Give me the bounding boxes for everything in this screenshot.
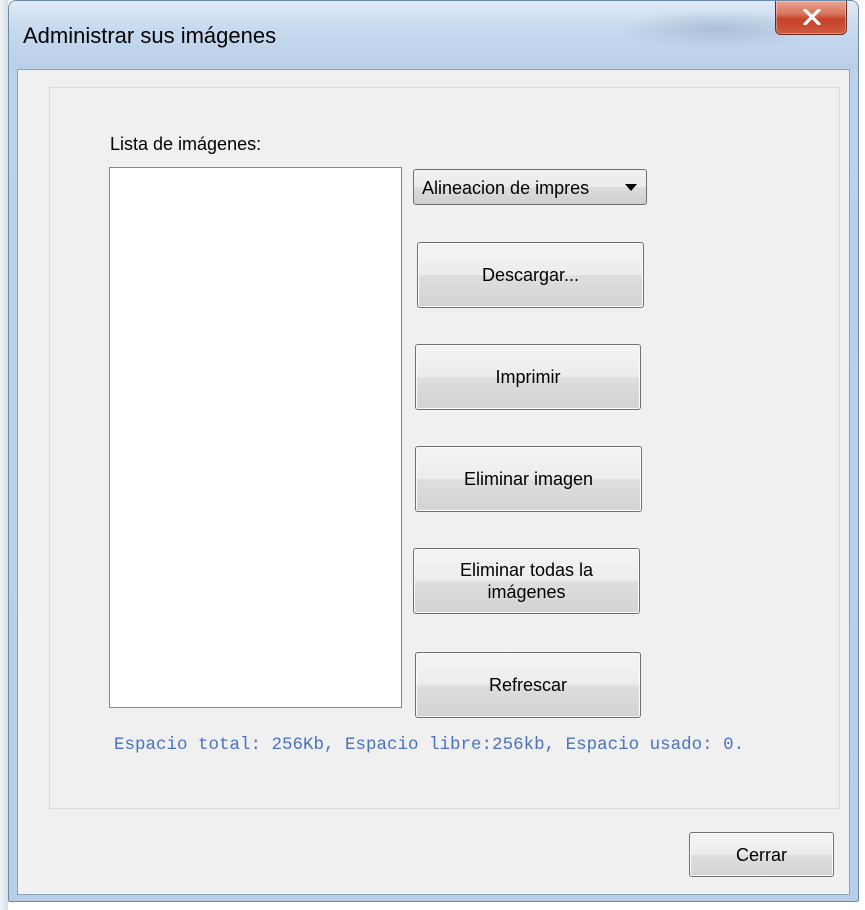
refresh-button-label: Refrescar — [488, 675, 568, 695]
storage-status-text: Espacio total: 256Kb, Espacio libre:256k… — [114, 735, 745, 755]
alignment-select[interactable]: Alineacion de impres — [413, 169, 647, 205]
delete-image-button[interactable]: Eliminar imagen — [415, 446, 642, 512]
delete-all-button-line1: Eliminar todas la — [459, 560, 594, 580]
close-x-icon — [803, 9, 821, 25]
alignment-select-value: Alineacion de impres — [422, 178, 590, 198]
close-button-label: Cerrar — [735, 844, 787, 865]
window-title: Administrar sus imágenes — [23, 23, 277, 48]
delete-image-button-label: Eliminar imagen — [463, 469, 594, 489]
close-window-button[interactable] — [775, 1, 847, 35]
dialog-window: Administrar sus imágenes Lista de imágen… — [8, 0, 859, 902]
download-button-label: Descargar... — [481, 265, 580, 285]
delete-all-images-button[interactable]: Eliminar todas la imágenes — [413, 548, 640, 614]
delete-all-button-line2: imágenes — [487, 582, 566, 602]
close-button[interactable]: Cerrar — [689, 832, 834, 877]
dialog-client-area: Lista de imágenes: Alineacion de impres … — [17, 69, 850, 895]
image-list-label: Lista de imágenes: — [110, 134, 262, 154]
refresh-button[interactable]: Refrescar — [415, 652, 641, 718]
print-button[interactable]: Imprimir — [415, 344, 641, 410]
title-bar[interactable]: Administrar sus imágenes — [9, 1, 858, 69]
image-listbox[interactable] — [109, 167, 402, 708]
print-button-label: Imprimir — [495, 367, 561, 387]
background-edge — [0, 0, 8, 910]
download-button[interactable]: Descargar... — [417, 242, 644, 308]
chevron-down-icon[interactable] — [625, 184, 637, 191]
